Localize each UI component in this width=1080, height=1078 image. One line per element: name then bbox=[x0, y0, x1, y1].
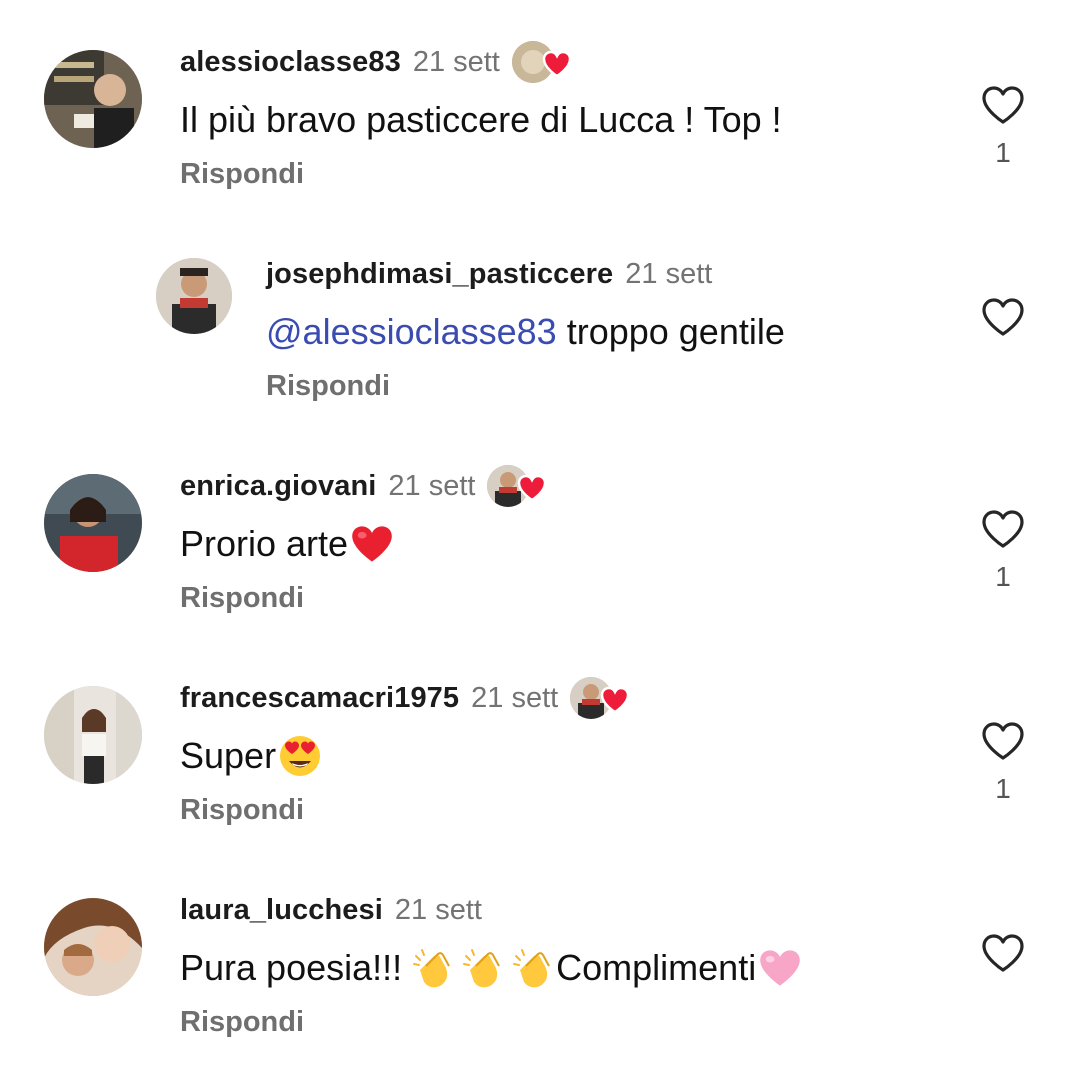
avatar[interactable] bbox=[44, 686, 142, 784]
avatar[interactable] bbox=[44, 898, 142, 996]
like-heart-outline-icon bbox=[982, 86, 1024, 124]
reply-button[interactable]: Rispondi bbox=[266, 370, 390, 403]
username[interactable]: laura_lucchesi bbox=[180, 894, 383, 927]
comment-header: josephdimasi_pasticcere 21 sett bbox=[266, 252, 712, 296]
comment-text: Il più bravo pasticcere di Lucca ! Top ! bbox=[180, 99, 782, 140]
author-liked-badge bbox=[487, 464, 549, 508]
timestamp: 21 sett bbox=[412, 45, 500, 78]
like-count: 1 bbox=[995, 561, 1011, 592]
timestamp: 21 sett bbox=[388, 469, 476, 502]
like-button[interactable]: 1 bbox=[976, 720, 1030, 806]
username[interactable]: enrica.giovani bbox=[180, 470, 376, 503]
author-liked-heart-icon bbox=[600, 686, 630, 714]
pink-heart-emoji bbox=[760, 950, 801, 986]
heart-eyes-emoji bbox=[280, 736, 321, 776]
avatar-image bbox=[156, 258, 232, 334]
user-mention-link[interactable]: @alessioclasse83 bbox=[266, 311, 557, 352]
avatar[interactable] bbox=[44, 50, 142, 148]
like-button[interactable]: 1 bbox=[976, 84, 1030, 170]
comment-header: laura_lucchesi 21 sett bbox=[180, 888, 482, 932]
like-heart-outline-icon bbox=[982, 510, 1024, 548]
comment-body-start: Pura poesia!!! bbox=[180, 947, 413, 988]
avatar[interactable] bbox=[156, 258, 232, 334]
author-liked-badge bbox=[570, 676, 632, 720]
reply-button[interactable]: Rispondi bbox=[180, 1006, 304, 1039]
clapping-hands-emoji bbox=[413, 949, 451, 988]
timestamp: 21 sett bbox=[471, 681, 559, 714]
author-liked-heart-icon bbox=[518, 474, 547, 502]
comment-header: enrica.giovani 21 sett bbox=[180, 464, 549, 508]
avatar[interactable] bbox=[44, 474, 142, 572]
comment-text: Super bbox=[180, 734, 322, 778]
reply-button[interactable]: Rispondi bbox=[180, 158, 304, 191]
comment-body: troppo gentile bbox=[556, 311, 785, 352]
reply-button[interactable]: Rispondi bbox=[180, 794, 304, 827]
timestamp: 21 sett bbox=[394, 893, 482, 926]
like-count: 1 bbox=[995, 137, 1011, 168]
clapping-hands-emoji bbox=[513, 949, 551, 988]
like-count: 1 bbox=[995, 773, 1011, 804]
like-heart-outline-icon bbox=[982, 934, 1024, 972]
like-count bbox=[976, 984, 1030, 1018]
comment-body: Complimenti bbox=[556, 947, 757, 988]
clapping-hands-emoji bbox=[463, 949, 501, 988]
comment-text: @alessioclasse83 troppo gentile bbox=[266, 310, 785, 354]
comment-body: Super bbox=[180, 735, 277, 776]
reply-button[interactable]: Rispondi bbox=[180, 582, 304, 615]
comment-body: Prorio arte bbox=[180, 523, 349, 564]
avatar-image bbox=[44, 474, 142, 572]
like-button[interactable] bbox=[976, 296, 1030, 382]
avatar-image bbox=[44, 686, 142, 784]
comment-header: francescamacri1975 21 sett bbox=[180, 676, 632, 720]
comment-header: alessioclasse83 21 sett bbox=[180, 40, 574, 84]
avatar-image bbox=[44, 50, 142, 148]
username[interactable]: francescamacri1975 bbox=[180, 682, 459, 715]
author-liked-badge bbox=[511, 40, 574, 84]
timestamp: 21 sett bbox=[625, 257, 713, 290]
like-button[interactable] bbox=[976, 932, 1030, 1018]
avatar-image bbox=[44, 898, 142, 996]
author-liked-heart-icon bbox=[542, 50, 572, 78]
comment-text: Pura poesia!!! Complimenti bbox=[180, 946, 802, 990]
username[interactable]: josephdimasi_pasticcere bbox=[266, 258, 613, 291]
like-heart-outline-icon bbox=[982, 722, 1024, 760]
red-heart-emoji bbox=[352, 526, 392, 562]
like-heart-outline-icon bbox=[982, 298, 1024, 336]
comment-text: Prorio arte bbox=[180, 522, 394, 566]
like-count bbox=[976, 348, 1030, 382]
username[interactable]: alessioclasse83 bbox=[180, 46, 401, 79]
like-button[interactable]: 1 bbox=[976, 508, 1030, 594]
